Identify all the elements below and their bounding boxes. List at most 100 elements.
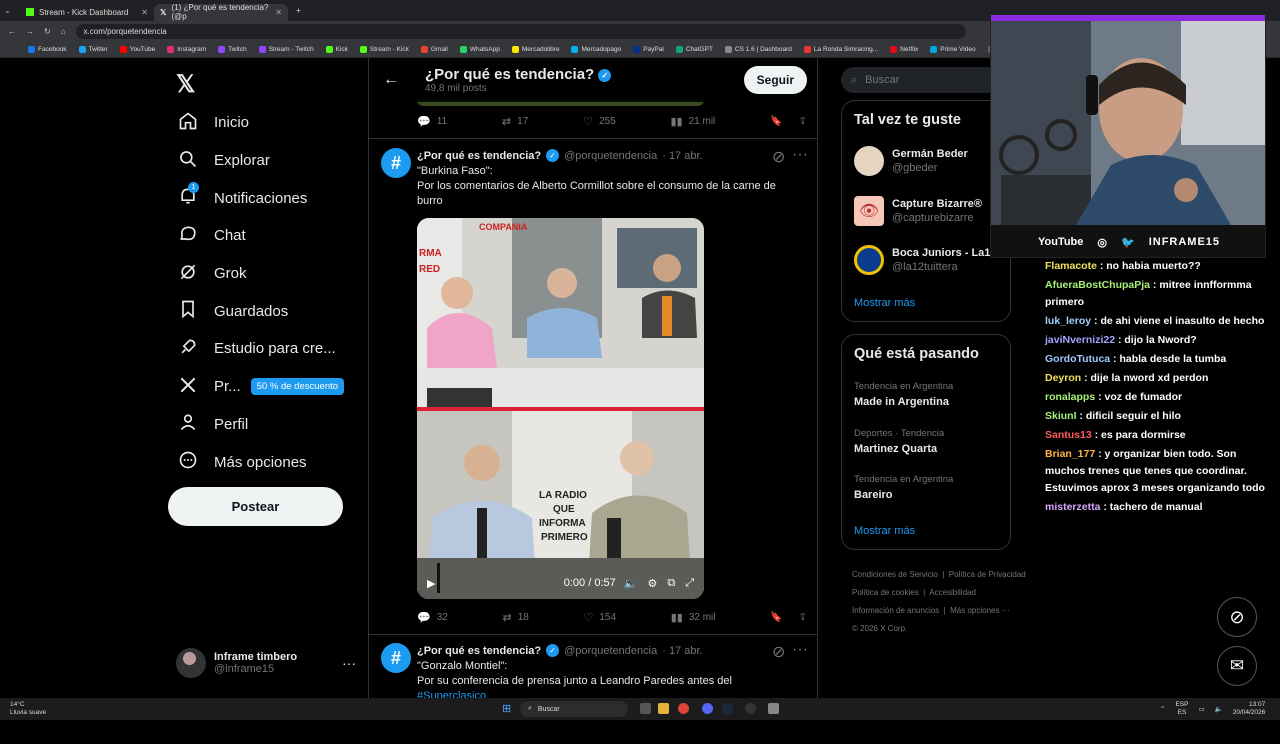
repost-button[interactable]: ⇄ 17 [502, 115, 528, 128]
bookmark-icon[interactable]: 🔖 [770, 116, 782, 127]
nav-item-perfil[interactable]: Perfil [168, 406, 368, 444]
like-button[interactable]: ♡ 255 [583, 115, 616, 128]
reply-button[interactable]: 💬 32 [417, 611, 448, 624]
tab-menu-icon[interactable]: ⌄ [4, 6, 20, 15]
tray-chevron-icon[interactable]: ⌃ [1160, 705, 1165, 713]
footer-link[interactable]: Condiciones de Servicio [852, 570, 938, 579]
reload-icon[interactable]: ↻ [44, 27, 51, 36]
tweet-author[interactable]: ¿Por qué es tendencia? [417, 645, 541, 657]
bookmark-item[interactable]: Stream - Kick [359, 45, 409, 53]
nav-item-estudio-para-cre[interactable]: Estudio para cre... [168, 330, 368, 368]
repost-button[interactable]: ⇄ 18 [502, 611, 528, 624]
show-more-link[interactable]: Mostrar más [854, 297, 915, 309]
chat-username[interactable]: Deyron [1045, 372, 1081, 384]
chat-username[interactable]: ronalapps [1045, 391, 1095, 403]
chrome-icon[interactable] [678, 703, 689, 714]
tweet-handle[interactable]: @porquetendencia [564, 150, 657, 162]
nav-item-notificaciones[interactable]: 1 Notificaciones [168, 179, 368, 217]
account-switcher[interactable]: Inframe timbero @inframe15 ··· [176, 645, 356, 681]
bookmark-item[interactable]: Mercadolibre [511, 45, 559, 53]
bookmark-item[interactable]: Gmail [420, 45, 448, 53]
nav-item-inicio[interactable]: Inicio [168, 104, 368, 142]
tweet-date[interactable]: · 17 abr. [662, 150, 702, 162]
url-field[interactable]: x.com/porquetendencia [75, 23, 966, 39]
chat-username[interactable]: javiNvernizi22 [1045, 334, 1115, 346]
views-button[interactable]: ▮▮ 21 mil [670, 115, 715, 128]
messages-fab[interactable]: ✉ [1217, 646, 1257, 686]
bookmark-item[interactable]: Netflix [890, 45, 918, 53]
taskbar-search[interactable]: ⌕ Buscar [520, 701, 628, 717]
back-arrow-icon[interactable]: ← [383, 71, 399, 89]
windows-start-icon[interactable]: ⊞ [502, 702, 511, 715]
footer-link[interactable]: Política de cookies [852, 588, 919, 597]
nav-item-guardados[interactable]: Guardados [168, 292, 368, 330]
bookmark-item[interactable]: Kick [325, 45, 348, 53]
discord-icon[interactable] [702, 703, 713, 714]
bookmark-item[interactable]: Mercadopago [571, 45, 621, 53]
reply-button[interactable]: 💬 11 [417, 115, 447, 128]
tweet-handle[interactable]: @porquetendencia [564, 645, 657, 657]
fullscreen-icon[interactable]: ⤢ [685, 577, 694, 590]
more-icon[interactable]: ··· [792, 641, 808, 659]
new-tab-icon[interactable]: + [296, 6, 301, 15]
footer-link[interactable]: Política de Privacidad [949, 570, 1026, 579]
chat-username[interactable]: Brian_177 [1045, 448, 1095, 460]
bookmark-item[interactable]: Instagram [167, 45, 206, 53]
chat-username[interactable]: misterzetta [1045, 501, 1100, 513]
play-icon[interactable]: ▶ [427, 577, 435, 590]
settings-icon[interactable]: ⚙ [647, 577, 657, 590]
x-logo[interactable]: 𝕏 [176, 70, 195, 99]
trend-item[interactable]: Tendencia en Argentina Bareiro [854, 474, 953, 501]
trend-item[interactable]: Tendencia en Argentina Made in Argentina [854, 381, 953, 408]
tab-kick[interactable]: Stream - Kick Dashboard ✕ [20, 4, 154, 21]
nav-item-explorar[interactable]: Explorar [168, 142, 368, 180]
tweet-avatar[interactable]: # [381, 643, 411, 673]
nav-item-grok[interactable]: Grok [168, 255, 368, 293]
bookmark-item[interactable]: Twitter [78, 45, 108, 53]
bookmark-item[interactable]: WhatsApp [459, 45, 500, 53]
pip-icon[interactable]: ⧉ [667, 577, 675, 590]
clock[interactable]: 13:07 20/04/2026 [1233, 701, 1266, 717]
hashtag-link[interactable]: #Superclasico [417, 689, 802, 698]
bookmark-item[interactable]: Twitch [218, 45, 247, 53]
follow-button[interactable]: Seguir [743, 66, 807, 94]
nav-item-más-opciones[interactable]: Más opciones [168, 443, 368, 481]
bookmark-icon[interactable]: 🔖 [770, 612, 782, 623]
suggestion[interactable]: 👁 Capture Bizarre® @capturebizarre [854, 196, 982, 226]
chat-username[interactable]: luk_leroy [1045, 315, 1091, 327]
post-button[interactable]: Postear [168, 487, 343, 526]
nav-item-chat[interactable]: Chat [168, 217, 368, 255]
share-icon[interactable]: ⇪ [799, 612, 807, 623]
bookmark-item[interactable]: Stream - Twitch [258, 45, 314, 53]
bookmark-item[interactable]: PayPal [633, 45, 664, 53]
tweet-avatar[interactable]: # [381, 148, 411, 178]
bookmark-item[interactable]: ChatGPT [675, 45, 713, 53]
tab-x[interactable]: 𝕏 (1) ¿Por qué es tendencia? (@p ✕ [154, 3, 288, 21]
like-button[interactable]: ♡ 154 [583, 611, 616, 624]
suggestion[interactable]: Boca Juniors - La12 @la12tuittera [854, 245, 997, 275]
tweet-video[interactable]: COMPANIA RMA RED LA RADIO QUE INFORMA PR… [417, 218, 704, 599]
nav-item-pr[interactable]: Pr... 50 % de descuento [168, 368, 368, 406]
close-icon[interactable]: ✕ [141, 8, 148, 17]
tweet-author[interactable]: ¿Por qué es tendencia? [417, 150, 541, 162]
footer-link[interactable]: Accesibilidad [929, 588, 976, 597]
bookmark-item[interactable]: YouTube [119, 45, 155, 53]
grok-fab[interactable]: ⊘ [1217, 597, 1257, 637]
weather-widget[interactable]: 14°C Lluvia suave [10, 701, 46, 717]
share-icon[interactable]: ⇪ [799, 116, 807, 127]
trend-item[interactable]: Deportes · Tendencia Martinez Quarta [854, 428, 944, 455]
more-icon[interactable]: ··· [792, 146, 808, 164]
chat-username[interactable]: GordoTutuca [1045, 353, 1110, 365]
language-indicator[interactable]: ESP ES [1175, 701, 1188, 717]
obs-icon[interactable] [745, 703, 756, 714]
search-box[interactable]: ⌕ Buscar [841, 67, 1001, 93]
show-more-link[interactable]: Mostrar más [854, 525, 915, 537]
views-button[interactable]: ▮▮ 32 mil [671, 611, 716, 624]
steam-icon[interactable] [722, 703, 733, 714]
bookmark-item[interactable]: La Ronda Simracing... [803, 45, 878, 53]
network-icon[interactable]: ▭ [1198, 705, 1204, 713]
chat-username[interactable]: SkiunI [1045, 410, 1077, 422]
footer-link[interactable]: Información de anuncios [852, 606, 939, 615]
task-view-icon[interactable] [640, 703, 651, 714]
suggestion[interactable]: Germán Beder @gbeder [854, 146, 968, 176]
